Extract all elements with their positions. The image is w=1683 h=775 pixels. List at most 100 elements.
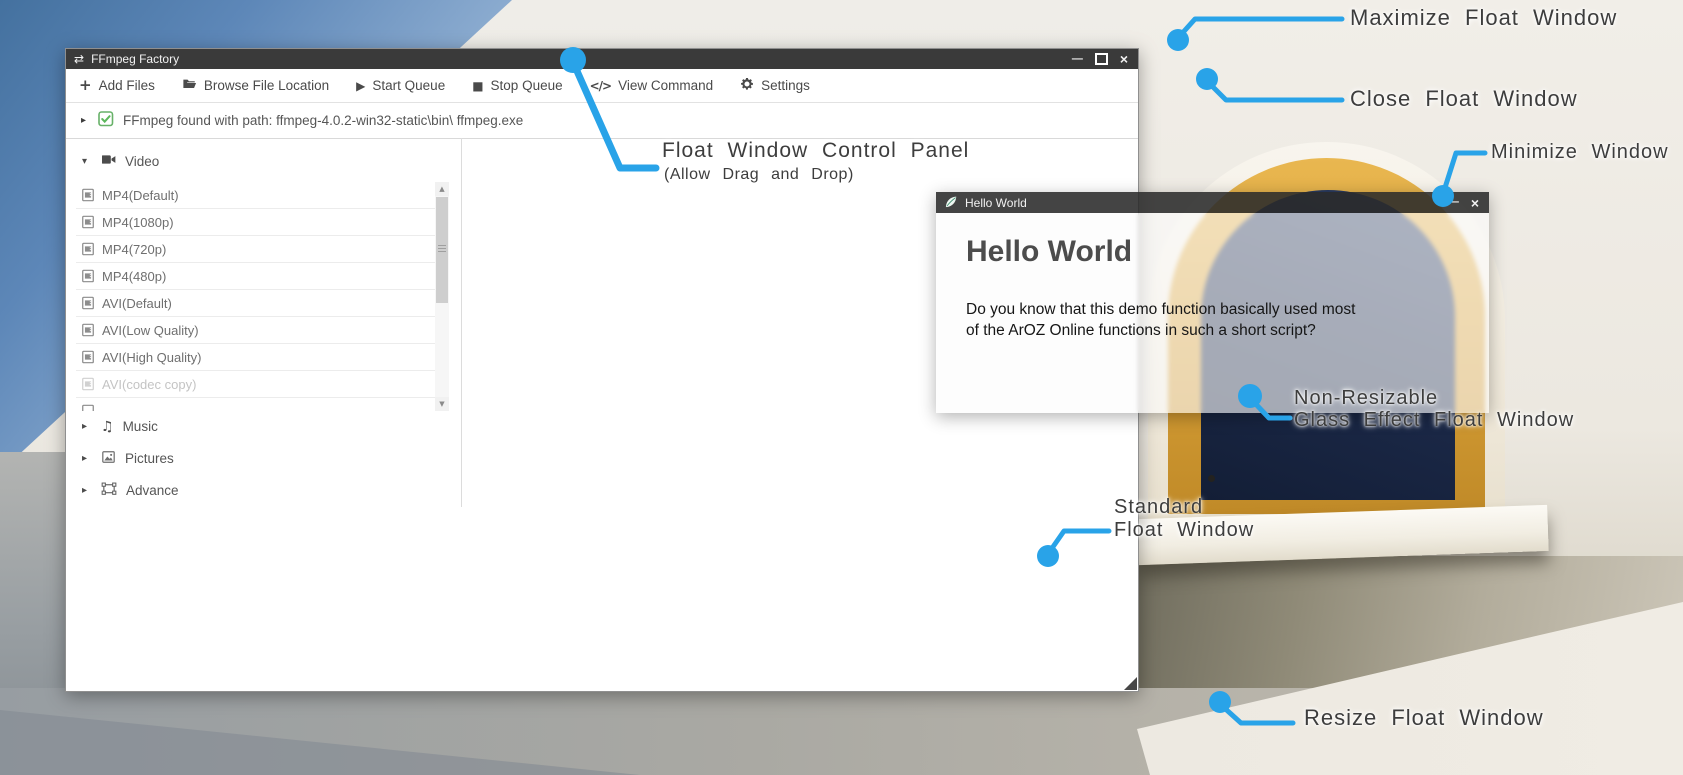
music-note-icon: ♫ <box>101 420 114 434</box>
leaf-icon <box>944 195 958 211</box>
file-video-icon <box>81 377 95 391</box>
window-title: FFmpeg Factory <box>91 52 179 66</box>
tree-node-label: Pictures <box>125 451 174 466</box>
minimize-button[interactable]: — <box>1448 197 1459 208</box>
list-item[interactable]: MP4(720p) <box>76 236 436 263</box>
annotation-standard: Standard Float Window <box>1114 496 1254 542</box>
caret-right-icon: ▸ <box>81 115 86 126</box>
list-scrollbar[interactable]: ▲ ▼ <box>435 182 449 411</box>
annotation-line: Glass Effect Float Window <box>1294 409 1574 431</box>
list-item-label: MP4(Default) <box>102 188 179 203</box>
hello-titlebar[interactable]: Hello World — × <box>936 192 1489 213</box>
start-queue-button[interactable]: ▶ Start Queue <box>356 78 445 93</box>
annotation-line: Float Window <box>1114 519 1254 542</box>
toolbar: + Add Files Browse File Location ▶ Start… <box>66 69 1138 103</box>
preset-list: MP4(Default) MP4(1080p) MP4(720p) MP4(48… <box>76 182 436 411</box>
caret-right-icon: ▸ <box>82 485 92 496</box>
panel-divider <box>461 138 462 507</box>
annotation-resize: Resize Float Window <box>1304 706 1544 729</box>
close-button[interactable]: × <box>1471 196 1479 210</box>
status-bar[interactable]: ▸ FFmpeg found with path: ffmpeg-4.0.2-w… <box>66 103 1138 139</box>
exchange-icon: ⇄ <box>74 53 84 65</box>
object-group-icon <box>101 481 117 499</box>
list-item-label: AVI(codec copy) <box>102 377 196 392</box>
window-controls: — × <box>1448 196 1489 210</box>
annotation-line: Standard <box>1114 496 1254 519</box>
list-item[interactable]: MP4(1080p) <box>76 209 436 236</box>
arch-handle <box>1208 475 1215 482</box>
stop-queue-button[interactable]: ■ Stop Queue <box>472 78 562 93</box>
caret-right-icon: ▸ <box>82 453 92 464</box>
scroll-down-button[interactable]: ▼ <box>435 397 449 411</box>
maximize-button[interactable] <box>1095 53 1108 65</box>
tree-node-video[interactable]: ▾ Video <box>82 153 159 169</box>
tree-node-advance[interactable]: ▸ Advance <box>82 481 179 499</box>
caret-down-icon: ▾ <box>82 156 92 167</box>
gear-icon <box>740 77 754 94</box>
tree-node-music[interactable]: ▸ ♫ Music <box>82 419 158 434</box>
toolbar-label: Browse File Location <box>204 78 329 93</box>
close-button[interactable]: × <box>1120 52 1128 66</box>
folder-open-icon <box>182 77 197 94</box>
toolbar-label: Settings <box>761 78 810 93</box>
desktop: ⇄ FFmpeg Factory — × + Add Files Browse … <box>0 0 1683 775</box>
file-video-icon <box>81 296 95 310</box>
file-video-icon <box>81 350 95 364</box>
ffmpeg-titlebar[interactable]: ⇄ FFmpeg Factory — × <box>66 49 1138 69</box>
hello-body: Hello World Do you know that this demo f… <box>936 213 1489 413</box>
file-video-icon <box>81 188 95 202</box>
list-item-label: MP4(1080p) <box>102 215 174 230</box>
toolbar-label: Stop Queue <box>491 78 563 93</box>
add-files-button[interactable]: + Add Files <box>79 78 155 93</box>
tree-node-label: Music <box>123 419 158 434</box>
list-item-label: AVI(High Quality) <box>102 350 201 365</box>
paragraph-line: of the ArOZ Online functions in such a s… <box>966 320 1355 341</box>
list-item-label: MP4(480p) <box>102 269 166 284</box>
check-square-icon <box>98 111 123 130</box>
stop-icon: ■ <box>472 80 483 92</box>
hello-paragraph: Do you know that this demo function basi… <box>966 299 1355 341</box>
list-item[interactable]: MP4(480p) <box>76 263 436 290</box>
file-video-icon <box>81 242 95 256</box>
annotation-control-panel: Float Window Control Panel <box>662 139 969 162</box>
minimize-button[interactable]: — <box>1072 54 1083 65</box>
list-item[interactable]: AVI(Default) <box>76 290 436 317</box>
code-icon: </> <box>590 80 612 92</box>
scroll-up-button[interactable]: ▲ <box>435 182 449 196</box>
resize-handle[interactable] <box>1124 677 1137 690</box>
tree-node-pictures[interactable]: ▸ Pictures <box>82 450 174 467</box>
scrollbar-thumb[interactable] <box>436 197 448 303</box>
annotation-close: Close Float Window <box>1350 87 1578 110</box>
tree-node-label: Video <box>125 154 159 169</box>
status-text: FFmpeg found with path: ffmpeg-4.0.2-win… <box>123 113 523 128</box>
list-item[interactable]: AVI(Low Quality) <box>76 317 436 344</box>
list-item[interactable]: MP4(Default) <box>76 182 436 209</box>
list-item-label: AVI(Low Quality) <box>102 323 199 338</box>
play-icon: ▶ <box>356 80 365 92</box>
settings-button[interactable]: Settings <box>740 77 810 94</box>
toolbar-label: View Command <box>618 78 713 93</box>
caret-right-icon: ▸ <box>82 421 92 432</box>
toolbar-label: Add Files <box>99 78 155 93</box>
hello-world-window: Hello World — × Hello World Do you know … <box>936 192 1489 413</box>
browse-file-location-button[interactable]: Browse File Location <box>182 77 329 94</box>
annotation-line: Non-Resizable <box>1294 387 1574 409</box>
hello-heading: Hello World <box>966 235 1132 269</box>
plus-icon: + <box>79 78 92 93</box>
list-item-label: AVI(Default) <box>102 296 172 311</box>
list-item[interactable]: AVI(High Quality) <box>76 344 436 371</box>
window-controls: — × <box>1072 52 1138 66</box>
file-video-icon <box>81 269 95 283</box>
annotation-maximize: Maximize Float Window <box>1350 6 1617 29</box>
list-item-disabled[interactable]: AVI(codec copy) <box>76 371 436 398</box>
tree-node-label: Advance <box>126 483 179 498</box>
file-video-icon <box>81 404 95 411</box>
picture-icon <box>101 450 116 467</box>
annotation-control-panel-sub: (Allow Drag and Drop) <box>664 163 854 186</box>
toolbar-label: Start Queue <box>372 78 445 93</box>
file-video-icon <box>81 323 95 337</box>
paragraph-line: Do you know that this demo function basi… <box>966 299 1355 320</box>
list-item-label: MP4(720p) <box>102 242 166 257</box>
view-command-button[interactable]: </> View Command <box>590 78 714 93</box>
list-item-partial[interactable] <box>76 398 436 411</box>
